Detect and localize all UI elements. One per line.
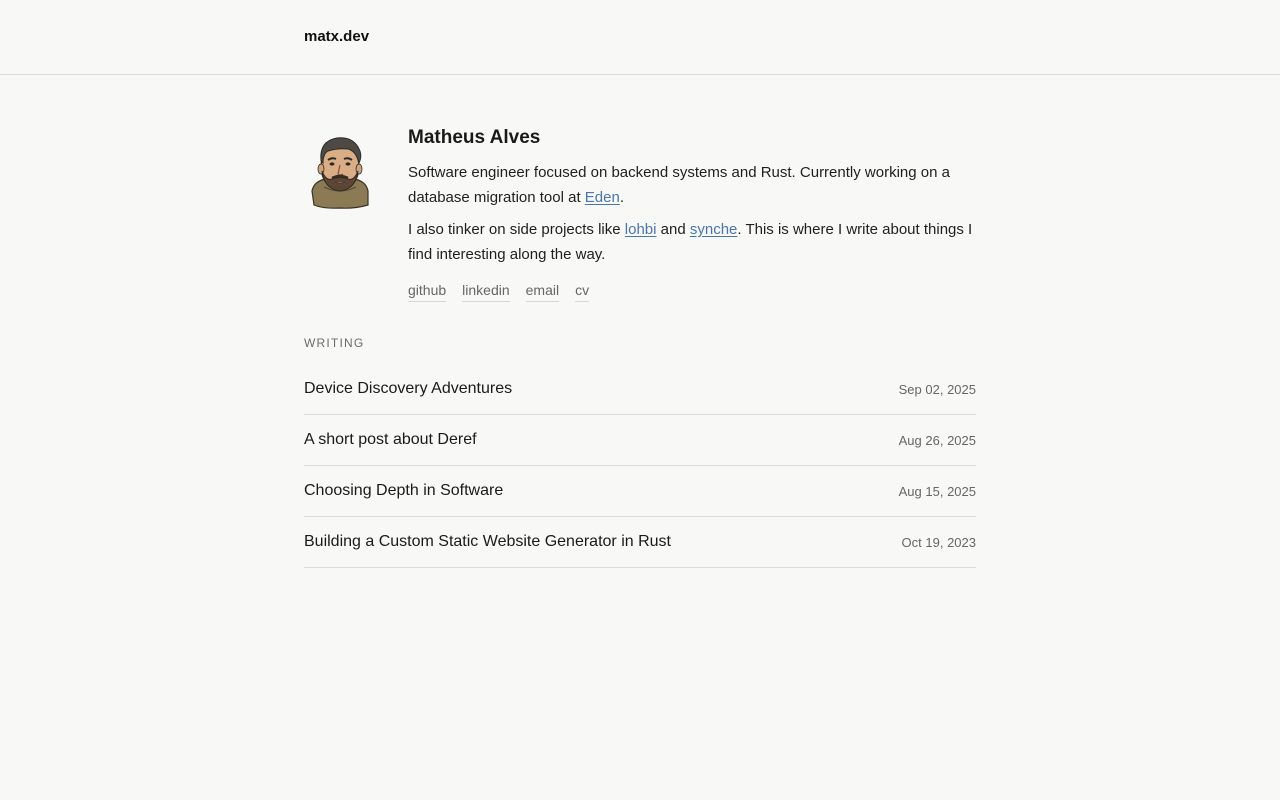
- linkedin-link[interactable]: linkedin: [462, 282, 510, 302]
- post-list: Device Discovery Adventures Sep 02, 2025…: [304, 364, 976, 568]
- eden-link[interactable]: Eden: [585, 189, 620, 206]
- post-row: Choosing Depth in Software Aug 15, 2025: [304, 466, 976, 517]
- bio-paragraph-2: I also tinker on side projects like lohb…: [408, 217, 976, 267]
- avatar: [311, 137, 369, 209]
- post-row: Building a Custom Static Website Generat…: [304, 517, 976, 568]
- cv-link[interactable]: cv: [575, 282, 590, 302]
- writing-section-label: WRITING: [304, 336, 365, 350]
- bio-paragraph-1: Software engineer focused on backend sys…: [408, 160, 976, 210]
- post-row: A short post about Deref Aug 26, 2025: [304, 415, 976, 466]
- bio1-text-after: .: [619, 189, 624, 206]
- header-inner: matx.dev: [304, 0, 976, 46]
- post-title-link[interactable]: A short post about Deref: [304, 431, 477, 449]
- post-date: Aug 26, 2025: [898, 432, 976, 448]
- profile-name: Matheus Alves: [408, 127, 541, 148]
- bio1-text-before: Software engineer focused on backend sys…: [408, 164, 950, 206]
- site-header: matx.dev: [0, 0, 1280, 75]
- writing-section: WRITING Device Discovery Adventures Sep …: [304, 335, 976, 568]
- lohbi-link[interactable]: lohbi: [625, 221, 657, 238]
- post-date: Sep 02, 2025: [898, 381, 976, 397]
- bio2-text-middle: and: [656, 221, 690, 238]
- main-content: Matheus Alves Software engineer focused …: [304, 75, 976, 568]
- post-title-link[interactable]: Device Discovery Adventures: [304, 380, 512, 398]
- post-date: Aug 15, 2025: [898, 483, 976, 499]
- email-link[interactable]: email: [525, 282, 560, 302]
- post-row: Device Discovery Adventures Sep 02, 2025: [304, 364, 976, 415]
- github-link[interactable]: github: [408, 282, 447, 302]
- intro-text: Matheus Alves Software engineer focused …: [408, 125, 976, 302]
- post-title-link[interactable]: Choosing Depth in Software: [304, 482, 503, 500]
- social-links: github linkedin email cv: [408, 282, 976, 302]
- post-date: Oct 19, 2023: [901, 534, 976, 550]
- post-title-link[interactable]: Building a Custom Static Website Generat…: [304, 533, 671, 551]
- site-title-link[interactable]: matx.dev: [304, 28, 369, 45]
- profile-intro: Matheus Alves Software engineer focused …: [304, 75, 976, 302]
- synche-link[interactable]: synche: [690, 221, 738, 238]
- bio2-text-before: I also tinker on side projects like: [408, 221, 625, 238]
